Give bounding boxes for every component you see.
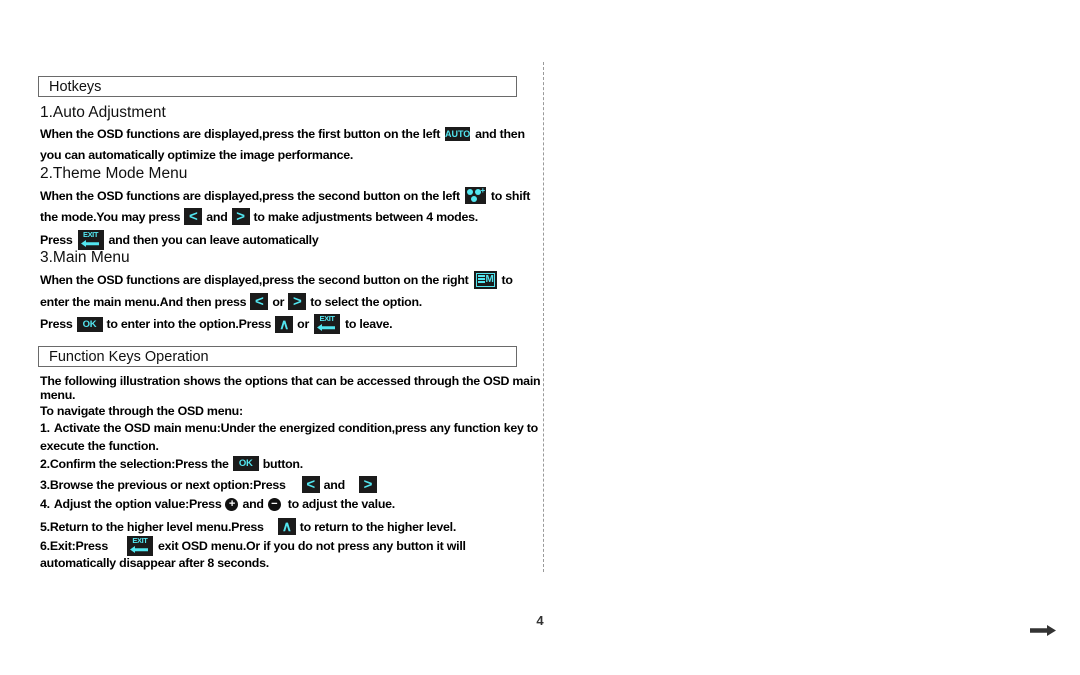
exit-arrow-glyph bbox=[80, 240, 99, 247]
exit-key-icon[interactable]: EXIT bbox=[314, 314, 341, 334]
paragraph-theme-1: When the OSD functions are displayed,pre… bbox=[40, 187, 530, 204]
function-step-6-text-b: exit OSD menu.Or if you do not press any… bbox=[157, 539, 466, 553]
function-step-5-num: 5. bbox=[40, 519, 50, 534]
function-step-4-text-a: Adjust the option value:Press bbox=[53, 497, 222, 511]
paragraph-main-3-text-d: to leave. bbox=[345, 317, 393, 331]
paragraph-theme-3-text-a: Press bbox=[40, 233, 73, 247]
left-arrow-key-icon[interactable]: < bbox=[250, 293, 269, 310]
exit-key-icon[interactable]: EXIT bbox=[77, 230, 104, 250]
function-step-4: 4. Adjust the option value:Press + and −… bbox=[40, 497, 395, 511]
section-header-hotkeys: Hotkeys bbox=[38, 76, 517, 97]
paragraph-main-2-text-b: or bbox=[272, 294, 285, 309]
function-step-5-text-a: Return to the higher level menu.Press bbox=[49, 519, 264, 534]
right-page: Power Auto Adjustment Theme Mode Menu Ma… bbox=[540, 0, 1080, 675]
paragraph-theme-3: Press EXIT and then you can leave automa… bbox=[40, 230, 319, 250]
paragraph-main-3-text-b: to enter into the option.Press bbox=[106, 317, 272, 331]
exit-arrow-glyph bbox=[317, 324, 336, 331]
up-arrow-key-icon[interactable]: ∧ bbox=[275, 315, 294, 333]
function-step-3-text-b: and bbox=[323, 477, 346, 492]
left-page: Hotkeys 1.Auto Adjustment When the OSD f… bbox=[0, 0, 541, 675]
paragraph-theme-2-text-c: to make adjustments between 4 modes. bbox=[253, 209, 479, 224]
section-header-function-keys: Function Keys Operation bbox=[38, 346, 517, 367]
function-step-3: 3. Browse the previous or next option:Pr… bbox=[40, 476, 381, 493]
paragraph-main-3-text-a: Press bbox=[40, 317, 73, 331]
function-step-6-text-a: Exit:Press bbox=[49, 539, 108, 553]
heading-auto-adjustment: 1.Auto Adjustment bbox=[40, 104, 166, 121]
paragraph-main-2-text-a: enter the main menu.And then press bbox=[40, 294, 247, 309]
function-step-3-num: 3. bbox=[40, 477, 50, 492]
main-menu-key-icon[interactable]: M bbox=[473, 271, 497, 289]
function-step-2-num: 2. bbox=[40, 456, 50, 471]
paragraph-auto-1: When the OSD functions are displayed,pre… bbox=[40, 127, 525, 141]
next-page-arrow-icon[interactable] bbox=[1030, 625, 1056, 636]
paragraph-theme-1-text-b: to shift bbox=[490, 188, 531, 203]
paragraph-main-2-text-c: to select the option. bbox=[310, 294, 422, 309]
left-arrow-key-icon[interactable]: < bbox=[301, 476, 320, 493]
function-step-6-num: 6. bbox=[40, 539, 50, 553]
ok-key-icon[interactable]: OK bbox=[232, 456, 259, 471]
paragraph-auto-2: you can automatically optimize the image… bbox=[40, 148, 354, 162]
function-step-1-cont: execute the function. bbox=[40, 439, 159, 453]
paragraph-auto-1-text-b: and then bbox=[475, 127, 525, 141]
paragraph-theme-2-text-b: and bbox=[206, 209, 228, 224]
page-number: 4 bbox=[536, 613, 544, 628]
plus-key-icon[interactable]: + bbox=[225, 497, 239, 511]
theme-mode-key-icon[interactable]: + bbox=[464, 187, 486, 204]
function-intro-line-1: The following illustration shows the opt… bbox=[40, 374, 541, 388]
exit-arrow-glyph bbox=[129, 546, 148, 553]
function-step-1: 1. Activate the OSD main menu:Under the … bbox=[40, 421, 538, 435]
paragraph-theme-2: the mode.You may press < and > to make a… bbox=[40, 208, 478, 225]
exit-key-icon[interactable]: EXIT bbox=[126, 536, 153, 556]
up-arrow-key-icon[interactable]: ∧ bbox=[277, 518, 296, 535]
function-step-5: 5. Return to the higher level menu.Press… bbox=[40, 518, 456, 535]
auto-key-icon[interactable]: AUTO bbox=[445, 127, 470, 141]
function-intro-line-2: menu. bbox=[40, 388, 76, 402]
left-arrow-key-icon[interactable]: < bbox=[184, 208, 203, 225]
paragraph-main-2: enter the main menu.And then press < or … bbox=[40, 293, 422, 310]
right-arrow-key-icon[interactable]: > bbox=[231, 208, 250, 225]
function-intro-line-3: To navigate through the OSD menu: bbox=[40, 404, 243, 418]
function-step-2-text-b: button. bbox=[262, 456, 303, 471]
function-step-6-cont: automatically disappear after 8 seconds. bbox=[40, 556, 269, 570]
function-step-2: 2. Confirm the selection:Press the OK bu… bbox=[40, 456, 303, 471]
paragraph-main-1-text-b: to bbox=[501, 273, 513, 287]
heading-main-menu: 3.Main Menu bbox=[40, 249, 130, 266]
heading-theme-mode-menu: 2.Theme Mode Menu bbox=[40, 165, 188, 182]
function-step-4-text-c: to adjust the value. bbox=[287, 497, 395, 511]
paragraph-main-1-text-a: When the OSD functions are displayed,pre… bbox=[40, 273, 469, 287]
right-arrow-key-icon[interactable]: > bbox=[358, 476, 377, 493]
paragraph-theme-1-text-a: When the OSD functions are displayed,pre… bbox=[40, 188, 460, 203]
paragraph-theme-3-text-b: and then you can leave automatically bbox=[108, 233, 319, 247]
paragraph-main-1: When the OSD functions are displayed,pre… bbox=[40, 271, 513, 289]
function-step-2-text-a: Confirm the selection:Press the bbox=[49, 456, 229, 471]
function-step-4-text-b: and bbox=[242, 497, 264, 511]
function-step-1-text: Activate the OSD main menu:Under the ene… bbox=[53, 421, 539, 435]
function-step-6: 6. Exit:Press EXIT exit OSD menu.Or if y… bbox=[40, 536, 466, 556]
paragraph-main-3-text-c: or bbox=[297, 317, 310, 331]
paragraph-auto-1-text-a: When the OSD functions are displayed,pre… bbox=[40, 127, 441, 141]
paragraph-main-3: Press OK to enter into the option.Press … bbox=[40, 314, 393, 334]
minus-key-icon[interactable]: − bbox=[267, 497, 281, 511]
function-step-5-text-b: to return to the higher level. bbox=[299, 519, 457, 534]
right-arrow-key-icon[interactable]: > bbox=[288, 293, 307, 310]
function-step-1-num: 1. bbox=[40, 421, 50, 435]
paragraph-theme-2-text-a: the mode.You may press bbox=[40, 209, 181, 224]
function-step-3-text-a: Browse the previous or next option:Press bbox=[49, 477, 286, 492]
function-step-4-num: 4. bbox=[40, 497, 50, 511]
ok-key-icon[interactable]: OK bbox=[76, 316, 103, 332]
